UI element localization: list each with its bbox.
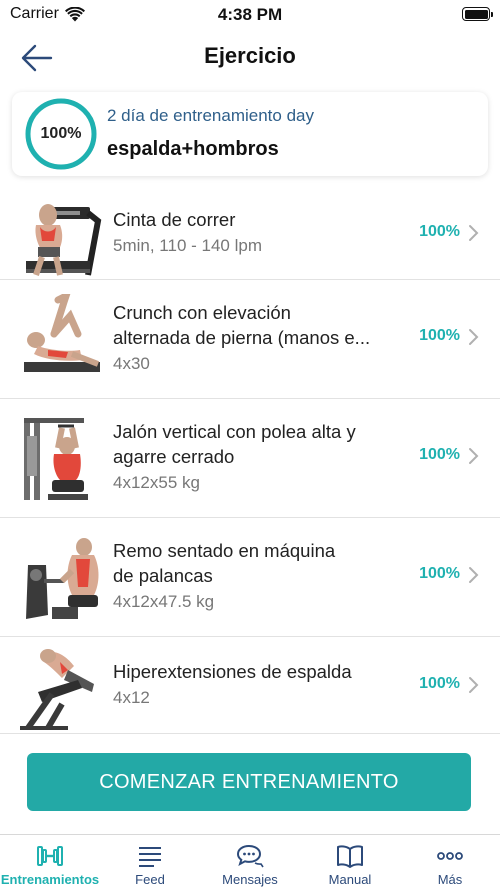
start-workout-button[interactable]: COMENZAR ENTRENAMIENTO [27,753,471,811]
day-subtitle: 2 día de entrenamiento day [107,106,314,125]
exercise-detail: 4x12x55 kg [113,473,200,492]
exercise-progress: 100% [419,327,460,344]
exercise-detail: 4x12x47.5 kg [113,592,215,611]
exercise-progress: 100% [419,565,460,582]
exercise-name: Cinta de correr [113,209,236,230]
status-bar: Carrier 4:38 PM [0,0,500,30]
tab-mas[interactable]: Más [400,835,500,889]
exercise-detail: 4x12 [113,688,150,707]
exercise-progress: 100% [419,223,460,240]
exercise-detail: 5min, 110 - 140 lpm [113,236,262,255]
tab-label: Entrenamientos [0,872,100,887]
exercise-row[interactable]: Crunch con elevación alternada de pierna… [0,280,500,399]
treadmill-exercise-image [26,204,102,276]
exercise-progress: 100% [419,446,460,463]
tab-label: Mensajes [222,872,278,887]
list-icon [139,847,161,867]
exercise-detail: 4x30 [113,354,150,373]
exercise-row[interactable]: Jalón vertical con polea alta y agarre c… [0,399,500,518]
tab-feed[interactable]: Feed [100,835,200,889]
day-name: espalda+hombros [107,138,279,160]
exercise-name: Crunch con elevación alternada de pierna… [113,302,371,348]
battery-icon [462,7,493,21]
tab-manual[interactable]: Manual [300,835,400,889]
page-title: Ejercicio [204,43,296,68]
exercise-row[interactable]: Cinta de correr 5min, 110 - 140 lpm 100% [0,183,500,280]
chevron-right-icon [469,329,479,345]
tab-entrenamientos[interactable]: Entrenamientos [0,835,100,889]
lat-pulldown-exercise-image [24,418,88,500]
tab-label: Manual [328,872,372,887]
exercise-row[interactable]: Remo sentado en máquina de palancas 4x12… [0,518,500,637]
exercise-info: Cinta de correr 5min, 110 - 140 lpm [113,207,403,258]
exercise-row[interactable]: Hiperextensiones de espalda 4x12 100% [0,637,500,734]
battery-level [464,9,488,19]
crunch-exercise-image [24,294,100,372]
chevron-right-icon [469,225,479,241]
exercise-list: Cinta de correr 5min, 110 - 140 lpm 100%… [0,183,500,734]
chevron-right-icon [469,448,479,464]
day-progress-label: 100% [40,125,82,142]
tab-mensajes[interactable]: Mensajes [200,835,300,889]
book-icon [337,845,363,868]
chevron-right-icon [469,677,479,693]
exercise-progress: 100% [419,675,460,692]
dumbbell-icon [37,846,63,866]
exercise-info: Hiperextensiones de espalda 4x12 [113,659,403,710]
exercise-name: Hiperextensiones de espalda [113,661,352,682]
back-extension-exercise-image [20,649,94,730]
tab-label: Más [437,872,463,887]
exercise-info: Jalón vertical con polea alta y agarre c… [113,419,403,495]
exercise-name: Jalón vertical con polea alta y agarre c… [113,421,356,467]
status-time: 4:38 PM [217,5,283,24]
day-progress-ring: 100% [24,97,98,171]
tab-label: Feed [135,872,165,887]
more-icon [437,852,463,860]
exercise-info: Remo sentado en máquina de palancas 4x12… [113,538,403,614]
chevron-right-icon [469,567,479,583]
tab-bar: Entrenamientos Feed Mensajes Manual Más [0,834,500,889]
nav-bar: Ejercicio [0,30,500,86]
exercise-name: Remo sentado en máquina de palancas [113,540,336,586]
exercise-info: Crunch con elevación alternada de pierna… [113,300,403,376]
training-day-card: 100% 2 día de entrenamiento day espalda+… [12,92,488,176]
seated-row-exercise-image [26,538,99,619]
chat-icon [236,844,264,868]
